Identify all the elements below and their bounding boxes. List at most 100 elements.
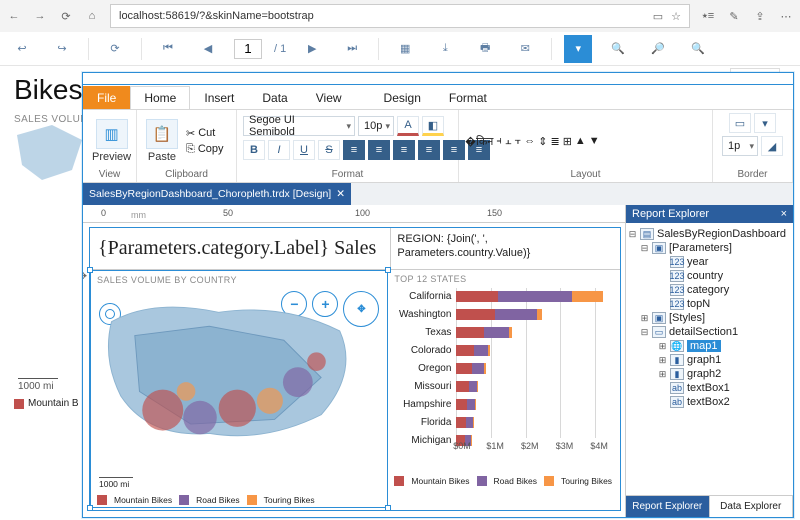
bar-row: Hampshire <box>394 396 614 413</box>
map1-item[interactable]: ✥ SALES VOLUME BY COUNTRY − + ✥ <box>90 270 388 508</box>
choropleth-map <box>95 289 380 466</box>
bar-row: Oregon <box>394 360 614 377</box>
paste-icon: 📋 <box>146 119 178 149</box>
region-textbox[interactable]: REGION: {Join(', ', Parameters.country.V… <box>391 228 620 269</box>
browser-toolbar: ← → ⟳ ⌂ localhost:58619/?&skinName=boots… <box>0 0 800 32</box>
design-canvas[interactable]: 0 mm 50 100 150 {Parameters.category.Lab… <box>83 205 625 517</box>
home-icon[interactable]: ⌂ <box>84 8 100 24</box>
chart-legend: Mountain Bikes Road Bikes Touring Bikes <box>394 476 614 486</box>
zoom-out-icon[interactable]: 🔎 <box>644 35 672 63</box>
cut-button[interactable]: ✂Cut <box>186 127 224 140</box>
toggle-parameters-icon[interactable]: ▾ <box>564 35 592 63</box>
font-size-select[interactable]: 10p <box>358 116 394 136</box>
favorite-icon[interactable]: ☆ <box>671 10 681 23</box>
notes-icon[interactable]: ✎ <box>726 8 742 24</box>
forward-icon[interactable]: → <box>32 8 48 24</box>
last-page-icon[interactable]: ⏭ <box>338 35 366 63</box>
mail-icon[interactable]: ✉ <box>511 35 539 63</box>
copy-icon: ⎘ <box>186 143 195 156</box>
map-icon: 🌐 <box>670 340 684 352</box>
layout-align-left-icon[interactable]: �किन <box>465 134 493 149</box>
history-fwd-icon[interactable]: ↪ <box>48 35 76 63</box>
param-icon: 123 <box>670 284 684 296</box>
strike-button[interactable]: S <box>318 140 340 160</box>
tab-insert[interactable]: Insert <box>190 86 248 109</box>
document-tab[interactable]: SalesByRegionDashboard_Choropleth.trdx [… <box>83 183 351 205</box>
copy-button[interactable]: ⎘Copy <box>186 143 224 156</box>
zoom-in-icon[interactable]: 🔍 <box>604 35 632 63</box>
page-number-input[interactable] <box>234 39 262 59</box>
section-icon: ▭ <box>652 326 666 338</box>
send-back-icon[interactable]: ▼ <box>589 135 600 147</box>
map-legend: Mountain Bikes Road Bikes Touring Bikes <box>97 495 315 505</box>
align-top-button[interactable]: ≡ <box>418 140 440 160</box>
font-name-select[interactable]: Segoe UI Semibold <box>243 116 355 136</box>
ribbon-tabs: File Home Insert Data View Design Format <box>83 85 793 109</box>
url-text: localhost:58619/?&skinName=bootstrap <box>119 10 314 22</box>
folder-icon: ▣ <box>652 312 666 324</box>
align-right-button[interactable]: ≡ <box>393 140 415 160</box>
tab-file[interactable]: File <box>83 86 130 109</box>
search-icon[interactable]: 🔍 <box>684 35 712 63</box>
param-icon: 123 <box>670 298 684 310</box>
ribbon: ▥PreviewView 📋Paste ✂Cut ⎘Copy Clipboard… <box>83 109 793 183</box>
report-designer-window: File Home Insert Data View Design Format… <box>82 72 794 518</box>
border-style-button[interactable]: ▭ <box>729 113 751 133</box>
param-icon: 123 <box>670 256 684 268</box>
chart-title: TOP 12 STATES <box>394 274 614 284</box>
first-page-icon[interactable]: ⏮ <box>154 35 182 63</box>
share-icon[interactable]: ⇪ <box>752 8 768 24</box>
bg-legend-item: Mountain B <box>14 398 79 409</box>
align-center-button[interactable]: ≡ <box>368 140 390 160</box>
tab-view[interactable]: View <box>302 86 356 109</box>
folder-icon: ▣ <box>652 242 666 254</box>
param-icon: 123 <box>670 270 684 282</box>
viewer-refresh-icon[interactable]: ⟳ <box>101 35 129 63</box>
prev-page-icon[interactable]: ◀ <box>194 35 222 63</box>
report-icon: ▤ <box>640 228 654 240</box>
tab-format[interactable]: Format <box>435 86 501 109</box>
bar-row: Florida <box>394 414 614 431</box>
map-scale: 1000 mi <box>99 477 133 489</box>
font-color-button[interactable]: A <box>397 116 419 136</box>
fill-color-button[interactable]: ◧ <box>422 116 444 136</box>
bold-button[interactable]: B <box>243 140 265 160</box>
border-color-button[interactable]: ◢ <box>761 136 783 156</box>
print-icon[interactable]: 🖶 <box>471 35 499 63</box>
back-icon[interactable]: ← <box>6 8 22 24</box>
cut-icon: ✂ <box>186 127 195 140</box>
history-back-icon[interactable]: ↩ <box>8 35 36 63</box>
explorer-tree[interactable]: ⊟▤SalesByRegionDashboard ⊟▣[Parameters] … <box>626 223 793 495</box>
export-icon[interactable]: ⤓ <box>431 35 459 63</box>
bar-row: Missouri <box>394 378 614 395</box>
close-doc-icon[interactable]: ✕ <box>336 188 345 200</box>
report-explorer-panel: Report Explorer × ⊟▤SalesByRegionDashboar… <box>625 205 793 517</box>
page-setup-icon[interactable]: ▦ <box>391 35 419 63</box>
tab-design[interactable]: Design <box>370 86 435 109</box>
align-left-button[interactable]: ≡ <box>343 140 365 160</box>
favorites-list-icon[interactable]: ⭑≡ <box>700 8 716 24</box>
close-panel-icon[interactable]: × <box>781 208 787 220</box>
underline-button[interactable]: U <box>293 140 315 160</box>
reader-icon[interactable]: ▭ <box>653 10 663 23</box>
tab-home[interactable]: Home <box>130 86 190 109</box>
more-icon[interactable]: ⋯ <box>778 8 794 24</box>
bg-scale: 1000 mi <box>18 378 58 392</box>
bring-front-icon[interactable]: ▲ <box>575 135 586 147</box>
move-handle-icon[interactable]: ✥ <box>83 269 87 283</box>
refresh-icon[interactable]: ⟳ <box>58 8 74 24</box>
border-width-select[interactable]: 1p <box>722 136 758 156</box>
next-page-icon[interactable]: ▶ <box>298 35 326 63</box>
title-textbox[interactable]: {Parameters.category.Label} Sales <box>90 228 391 269</box>
tab-report-explorer[interactable]: Report Explorer <box>626 496 710 517</box>
preview-button[interactable]: ▥Preview <box>89 117 134 165</box>
tab-data[interactable]: Data <box>248 86 301 109</box>
address-bar[interactable]: localhost:58619/?&skinName=bootstrap ▭ ☆ <box>110 4 690 28</box>
tab-data-explorer[interactable]: Data Explorer <box>710 496 794 517</box>
textbox-icon: ab <box>670 396 684 408</box>
graph1-item[interactable]: TOP 12 STATES CaliforniaWashingtonTexasC… <box>388 270 620 508</box>
italic-button[interactable]: I <box>268 140 290 160</box>
paste-button[interactable]: 📋Paste <box>143 117 181 165</box>
report-body[interactable]: {Parameters.category.Label} Sales REGION… <box>89 227 621 511</box>
graph-icon: ▮ <box>670 354 684 366</box>
